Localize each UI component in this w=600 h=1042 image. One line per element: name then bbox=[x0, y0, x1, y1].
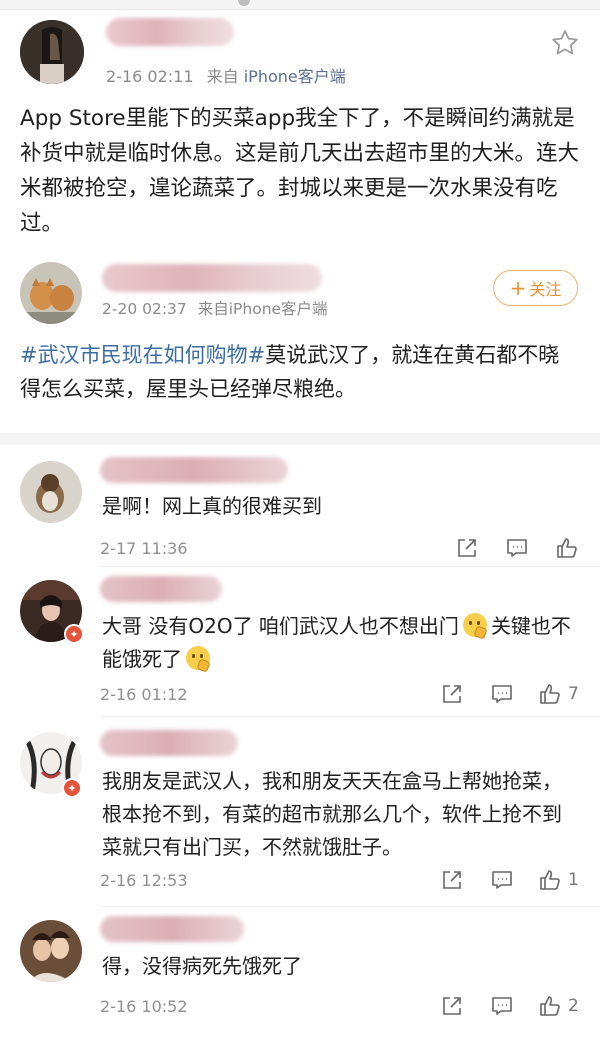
like-button[interactable]: 1 bbox=[538, 865, 579, 895]
comment-button[interactable] bbox=[490, 865, 514, 895]
comment-text: 是啊！网上真的很难买到 bbox=[102, 494, 322, 518]
comment-actions bbox=[0, 533, 600, 563]
comment-actions: 7 bbox=[0, 679, 600, 709]
comment-text: 大哥 没有O2O了 咱们武汉人也不想出门 关键也不能饿死了 bbox=[102, 610, 582, 676]
comment-icon bbox=[492, 871, 512, 889]
post-meta: 2-16 02:11 来自 iPhone客户端 bbox=[106, 63, 346, 87]
comment-actions: 2 bbox=[0, 991, 600, 1021]
comment-1: 是啊！网上真的很难买到 2-17 11:36 bbox=[0, 445, 600, 565]
thumbs-up-icon bbox=[540, 996, 560, 1016]
share-icon bbox=[443, 685, 461, 703]
share-icon bbox=[443, 871, 461, 889]
share-icon bbox=[458, 539, 476, 557]
comment-3: ✦ 我朋友是武汉人，我和朋友天天在盒马上帮她抢菜，根本抢不到，有菜的超市就那么几… bbox=[0, 716, 600, 906]
comment-2: ✦ 大哥 没有O2O了 咱们武汉人也不想出门 关键也不能饿死了 2-16 01:1… bbox=[0, 566, 600, 716]
like-count: 1 bbox=[568, 870, 579, 890]
username-blurred[interactable] bbox=[106, 18, 234, 46]
avatar[interactable] bbox=[20, 20, 84, 84]
thumbs-up-icon bbox=[557, 538, 577, 558]
comment-4: 得，没得病死先饿死了 2-16 10:52 2 bbox=[0, 906, 600, 1042]
commenter-name-blurred[interactable] bbox=[100, 916, 244, 942]
comment-button[interactable] bbox=[505, 533, 529, 563]
post-time: 2-16 02:11 bbox=[106, 67, 194, 86]
thumbs-up-icon bbox=[540, 684, 560, 704]
verified-badge: ✦ bbox=[62, 778, 82, 798]
like-button[interactable]: 7 bbox=[538, 679, 579, 709]
comment-text-part-1: 大哥 没有O2O了 咱们武汉人也不想出门 bbox=[102, 614, 459, 638]
avatar-photo bbox=[20, 20, 84, 84]
share-icon bbox=[443, 997, 461, 1015]
share-button[interactable] bbox=[440, 865, 464, 895]
star-icon[interactable] bbox=[550, 28, 580, 58]
post-source[interactable]: iPhone客户端 bbox=[229, 300, 328, 318]
username-blurred[interactable] bbox=[102, 264, 322, 292]
source-prefix: 来自 bbox=[197, 300, 229, 318]
avatar-photo bbox=[20, 920, 82, 982]
share-button[interactable] bbox=[440, 679, 464, 709]
avatar-photo bbox=[20, 461, 82, 523]
follow-button[interactable]: + 关注 bbox=[493, 270, 578, 306]
thumbs-up-icon bbox=[540, 870, 560, 890]
topic-link[interactable]: #武汉市民现在如何购物# bbox=[20, 343, 265, 367]
commenter-avatar[interactable] bbox=[20, 920, 82, 982]
thinking-emoji bbox=[462, 613, 487, 637]
comment-icon bbox=[507, 539, 527, 557]
share-button[interactable] bbox=[440, 991, 464, 1021]
like-count: 7 bbox=[568, 684, 579, 704]
like-button[interactable] bbox=[555, 533, 579, 563]
commenter-avatar[interactable] bbox=[20, 461, 82, 523]
comment-actions: 1 bbox=[0, 865, 600, 895]
commenter-name-blurred[interactable] bbox=[100, 457, 288, 483]
post-time: 2-20 02:37 bbox=[102, 300, 187, 318]
post-2-meta: 2-20 02:37 来自iPhone客户端 bbox=[102, 297, 328, 319]
comment-icon bbox=[492, 997, 512, 1015]
source-prefix: 来自 bbox=[206, 67, 239, 86]
comment-text: 我朋友是武汉人，我和朋友天天在盒马上帮她抢菜，根本抢不到，有菜的超市就那么几个，… bbox=[102, 769, 562, 859]
follow-label: 关注 bbox=[529, 280, 562, 299]
plus-icon: + bbox=[509, 276, 527, 300]
avatar-photo bbox=[20, 262, 82, 324]
avatar-cats[interactable] bbox=[20, 262, 82, 324]
comment-icon bbox=[492, 685, 512, 703]
comment-text: 得，没得病死先饿死了 bbox=[102, 954, 302, 978]
post-body: App Store里能下的买菜app我全下了，不是瞬间约满就是补货中就是临时休息… bbox=[20, 106, 580, 236]
comment-button[interactable] bbox=[490, 679, 514, 709]
like-count: 2 bbox=[568, 996, 579, 1016]
section-divider bbox=[0, 433, 600, 445]
commenter-name-blurred[interactable] bbox=[100, 576, 222, 602]
post-1: 2-16 02:11 来自 iPhone客户端 App Store里能下的买菜a… bbox=[0, 0, 600, 260]
commenter-name-blurred[interactable] bbox=[100, 730, 238, 756]
verified-badge: ✦ bbox=[64, 624, 84, 644]
thinking-emoji bbox=[186, 646, 210, 670]
share-button[interactable] bbox=[455, 533, 479, 563]
like-button[interactable]: 2 bbox=[538, 991, 579, 1021]
post-source[interactable]: iPhone客户端 bbox=[244, 67, 346, 86]
post-2-body: #武汉市民现在如何购物#莫说武汉了，就连在黄石都不晓得怎么买菜，屋里头已经弹尽粮… bbox=[20, 338, 580, 406]
comment-button[interactable] bbox=[490, 991, 514, 1021]
